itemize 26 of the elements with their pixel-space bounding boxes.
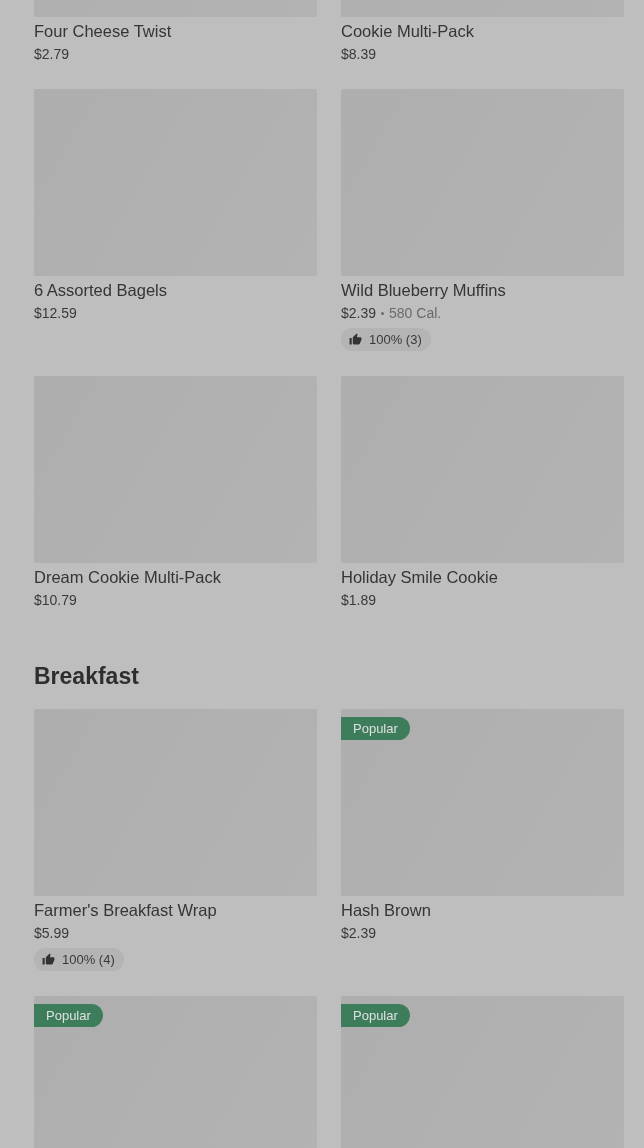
item-name[interactable]: 6 Assorted Bagels bbox=[34, 280, 167, 301]
thumbs-up-icon bbox=[349, 333, 362, 346]
item-price: $2.79 bbox=[34, 45, 70, 64]
popular-badge: Popular bbox=[341, 1004, 410, 1027]
item-price: $12.59 bbox=[34, 304, 77, 323]
section-heading: Breakfast bbox=[34, 663, 140, 689]
separator-dot-icon bbox=[381, 311, 385, 315]
popular-badge: Popular bbox=[341, 717, 410, 740]
item-name[interactable]: Four Cheese Twist bbox=[34, 21, 172, 42]
item-name[interactable]: Holiday Smile Cookie bbox=[341, 567, 498, 588]
item-name[interactable]: Hash Brown bbox=[341, 900, 431, 921]
item-name[interactable]: Farmer's Breakfast Wrap bbox=[34, 900, 217, 921]
item-price: $2.39 bbox=[341, 924, 377, 943]
rating-pill: 100% (4) bbox=[34, 948, 124, 971]
thumbs-up-icon bbox=[42, 953, 55, 966]
item-price: $2.39 bbox=[341, 304, 377, 323]
item-price: $8.39 bbox=[341, 45, 377, 64]
item-name[interactable]: Dream Cookie Multi-Pack bbox=[34, 567, 222, 588]
item-price: $10.79 bbox=[34, 591, 77, 610]
item-name[interactable]: Wild Blueberry Muffins bbox=[341, 280, 506, 301]
item-price: $5.99 bbox=[34, 924, 70, 943]
rating-pill: 100% (3) bbox=[341, 328, 431, 351]
item-name[interactable]: Cookie Multi-Pack bbox=[341, 21, 474, 42]
popular-badge: Popular bbox=[34, 1004, 103, 1027]
item-price: $1.89 bbox=[341, 591, 377, 610]
item-calories: 580 Cal. bbox=[389, 304, 442, 323]
